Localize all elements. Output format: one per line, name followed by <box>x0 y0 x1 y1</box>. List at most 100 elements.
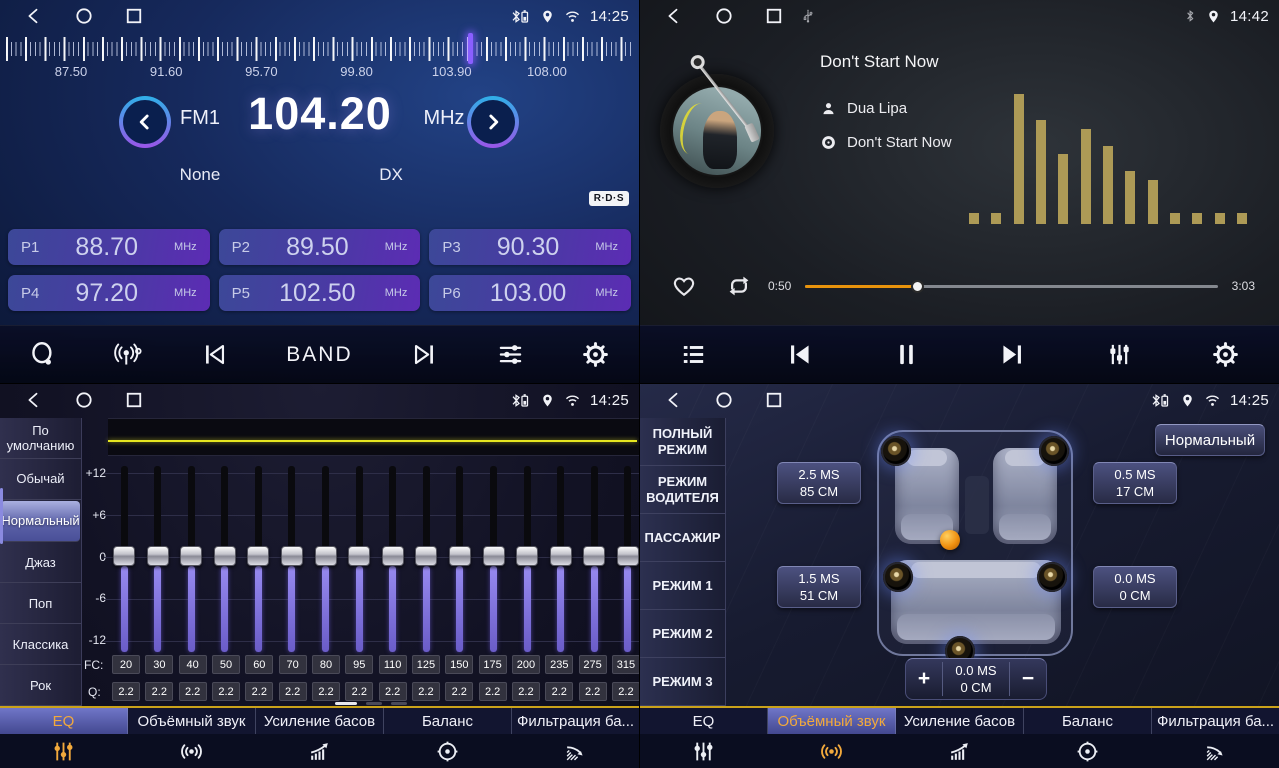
front-right-delay-button[interactable]: 0.5 MS17 CM <box>1093 462 1177 504</box>
eq-band-slider[interactable] <box>616 462 640 654</box>
preset-button-4[interactable]: P497.20MHz <box>8 275 210 311</box>
eq-q-value[interactable]: 2.2 <box>579 682 607 701</box>
eq-band-slider[interactable] <box>582 462 606 654</box>
home-button[interactable] <box>714 390 734 410</box>
surround-tab-icon[interactable] <box>128 739 256 764</box>
eq-tab-icon[interactable] <box>0 739 128 764</box>
balance-tab-icon[interactable] <box>383 739 511 764</box>
previous-station-icon[interactable] <box>200 340 229 369</box>
next-track-icon[interactable] <box>998 340 1027 369</box>
eq-preset-item[interactable]: Классика <box>0 624 81 665</box>
surround-tab-icon[interactable] <box>768 739 896 764</box>
bass-boost-tab-icon[interactable] <box>256 739 384 764</box>
tab-bass-boost[interactable]: Усиление басов <box>256 708 384 734</box>
band-button[interactable]: BAND <box>286 343 352 367</box>
car-cabin-diagram[interactable] <box>877 430 1073 656</box>
preset-button-3[interactable]: P390.30MHz <box>429 229 631 265</box>
eq-band-slider[interactable] <box>482 462 506 654</box>
rear-left-speaker-icon[interactable] <box>883 562 913 592</box>
rear-right-speaker-icon[interactable] <box>1037 562 1067 592</box>
tab-surround[interactable]: Объёмный звук <box>768 708 896 734</box>
sound-mode-item[interactable]: ПАССАЖИР <box>640 514 725 562</box>
tab-eq[interactable]: EQ <box>0 708 128 734</box>
eq-fc-value[interactable]: 110 <box>379 655 407 674</box>
eq-fc-value[interactable]: 125 <box>412 655 440 674</box>
frequency-ruler[interactable] <box>6 36 633 62</box>
eq-q-value[interactable]: 2.2 <box>179 682 207 701</box>
eq-band-slider[interactable] <box>448 462 472 654</box>
rear-bench-seat[interactable] <box>891 560 1061 644</box>
eq-fc-value[interactable]: 80 <box>312 655 340 674</box>
rear-right-delay-button[interactable]: 0.0 MS0 CM <box>1093 566 1177 608</box>
eq-q-value[interactable]: 2.2 <box>212 682 240 701</box>
eq-slider-handle[interactable] <box>113 546 135 566</box>
eq-band-slider[interactable] <box>314 462 338 654</box>
eq-band-slider[interactable] <box>549 462 573 654</box>
eq-q-value[interactable]: 2.2 <box>112 682 140 701</box>
faders-icon[interactable] <box>1105 340 1134 369</box>
eq-preset-item[interactable]: Нормальный <box>1 501 80 542</box>
eq-band-slider[interactable] <box>213 462 237 654</box>
eq-q-value[interactable]: 2.2 <box>279 682 307 701</box>
eq-band-slider[interactable] <box>515 462 539 654</box>
sound-preset-button[interactable]: Нормальный <box>1155 424 1265 456</box>
eq-q-value[interactable]: 2.2 <box>245 682 273 701</box>
front-left-speaker-icon[interactable] <box>881 436 911 466</box>
back-button[interactable] <box>24 6 44 26</box>
back-button[interactable] <box>664 6 684 26</box>
eq-slider-handle[interactable] <box>214 546 236 566</box>
eq-band-slider[interactable] <box>381 462 405 654</box>
balance-tab-icon[interactable] <box>1023 739 1151 764</box>
bass-boost-tab-icon[interactable] <box>896 739 1024 764</box>
eq-tab-icon[interactable] <box>640 739 768 764</box>
tab-filtering[interactable]: Фильтрация ба... <box>512 708 639 734</box>
eq-slider-handle[interactable] <box>315 546 337 566</box>
eq-fc-value[interactable]: 235 <box>545 655 573 674</box>
preset-button-1[interactable]: P188.70MHz <box>8 229 210 265</box>
eq-band-slider[interactable] <box>280 462 304 654</box>
eq-q-value[interactable]: 2.2 <box>412 682 440 701</box>
eq-q-value[interactable]: 2.2 <box>312 682 340 701</box>
eq-fc-value[interactable]: 200 <box>512 655 540 674</box>
eq-slider-handle[interactable] <box>180 546 202 566</box>
eq-slider-handle[interactable] <box>617 546 639 566</box>
eq-band-slider[interactable] <box>414 462 438 654</box>
eq-slider-handle[interactable] <box>382 546 404 566</box>
eq-q-value[interactable]: 2.2 <box>445 682 473 701</box>
eq-fc-value[interactable]: 275 <box>579 655 607 674</box>
previous-track-icon[interactable] <box>785 340 814 369</box>
eq-fc-value[interactable]: 40 <box>179 655 207 674</box>
back-button[interactable] <box>664 390 684 410</box>
eq-slider-handle[interactable] <box>583 546 605 566</box>
eq-slider-handle[interactable] <box>348 546 370 566</box>
tab-balance[interactable]: Баланс <box>384 708 512 734</box>
decrease-delay-button[interactable]: − <box>1010 667 1046 691</box>
tab-surround[interactable]: Объёмный звук <box>128 708 256 734</box>
eq-fc-value[interactable]: 175 <box>479 655 507 674</box>
favorite-heart-icon[interactable] <box>670 272 698 300</box>
equalizer-icon[interactable] <box>496 340 525 369</box>
eq-slider-handle[interactable] <box>147 546 169 566</box>
repeat-icon[interactable] <box>724 271 754 301</box>
preset-button-5[interactable]: P5102.50MHz <box>219 275 421 311</box>
eq-fc-value[interactable]: 30 <box>145 655 173 674</box>
eq-slider-handle[interactable] <box>247 546 269 566</box>
back-button[interactable] <box>24 390 44 410</box>
eq-q-value[interactable]: 2.2 <box>345 682 373 701</box>
eq-preset-item[interactable]: По умолчанию <box>0 418 81 459</box>
increase-delay-button[interactable]: + <box>906 667 942 691</box>
eq-q-value[interactable]: 2.2 <box>612 682 640 701</box>
eq-preset-item[interactable]: Джаз <box>0 543 81 584</box>
eq-slider-handle[interactable] <box>550 546 572 566</box>
sound-mode-item[interactable]: РЕЖИМ 1 <box>640 562 725 610</box>
recents-button[interactable] <box>124 6 144 26</box>
recents-button[interactable] <box>124 390 144 410</box>
eq-preset-item[interactable]: Обычай <box>0 459 81 500</box>
listening-position-marker[interactable] <box>940 530 960 550</box>
eq-band-slider[interactable] <box>146 462 170 654</box>
recents-button[interactable] <box>764 6 784 26</box>
tab-eq[interactable]: EQ <box>640 708 768 734</box>
seek-bar[interactable] <box>805 285 1217 288</box>
filtering-tab-icon[interactable] <box>1151 739 1279 764</box>
next-station-icon[interactable] <box>410 340 439 369</box>
